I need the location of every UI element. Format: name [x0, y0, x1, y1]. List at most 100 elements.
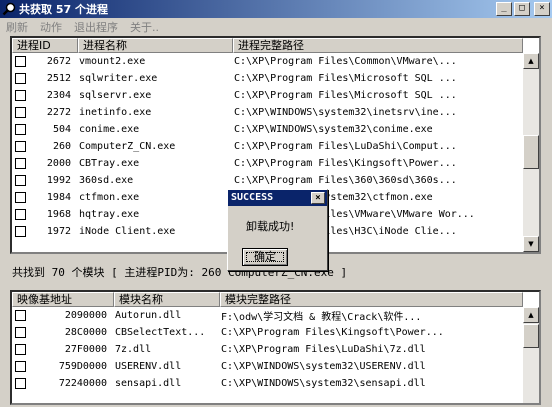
row-checkbox[interactable] — [15, 175, 26, 186]
cell-name: Autorun.dll — [115, 310, 182, 321]
cell-path: C:\XP\WINDOWS\system32\inetsrv\ine... — [234, 107, 457, 118]
minimize-button[interactable]: _ — [496, 2, 512, 16]
table-row[interactable]: 260 ComputerZ_CN.exe C:\XP\Program Files\L… — [12, 138, 520, 155]
cell-name: hqtray.exe — [79, 209, 140, 220]
magnifier-icon — [2, 2, 16, 16]
row-checkbox[interactable] — [15, 310, 26, 321]
table-row[interactable]: 1992 360sd.exe C:\XP\Program Files\360\360… — [12, 172, 520, 189]
row-checkbox[interactable] — [15, 124, 26, 135]
cell-pid: 2272 — [46, 107, 71, 118]
cell-pid: 2000 — [46, 158, 71, 169]
cell-path: C:\XP\WINDOWS\system32\conime.exe — [234, 124, 433, 135]
table-row[interactable]: 27F0000 7z.dll C:\XP\Program Files\LuDaShi… — [12, 341, 507, 358]
cell-pid: 2304 — [46, 90, 71, 101]
column-header-process-name[interactable]: 进程名称 — [78, 38, 233, 53]
cell-name: sqlwriter.exe — [79, 73, 158, 84]
row-checkbox[interactable] — [15, 361, 26, 372]
cell-path: F:\odw\学习文档 & 教程\Crack\软件... — [221, 312, 422, 323]
dialog-title-bar[interactable]: SUCCESS × — [228, 190, 327, 206]
dialog-message: 卸载成功! — [246, 220, 295, 233]
table-row[interactable]: 2672 vmount2.exe C:\XP\Program Files\Commo… — [12, 53, 520, 70]
cell-path: C:\XP\WINDOWS\system32\sensapi.dll — [221, 378, 426, 389]
column-header-base-address[interactable]: 映像基地址 — [12, 292, 114, 307]
module-rows: 2090000 Autorun.dll F:\odw\学习文档 & 教程\Crack… — [12, 307, 507, 392]
cell-name: sqlservr.exe — [79, 90, 152, 101]
cell-name: CBTray.exe — [79, 158, 140, 169]
row-checkbox[interactable] — [15, 158, 26, 169]
window-title: 共获取 57 个进程 — [19, 3, 108, 16]
cell-pid: 504 — [52, 124, 71, 135]
cell-name: CBSelectText... — [115, 327, 206, 338]
table-row[interactable]: 2304 sqlservr.exe C:\XP\Program Files\Micr… — [12, 87, 520, 104]
cell-base: 27F0000 — [64, 344, 107, 355]
table-row[interactable]: 2272 inetinfo.exe C:\XP\WINDOWS\system32\i… — [12, 104, 520, 121]
menu-exit[interactable]: 退出程序 — [68, 19, 124, 35]
module-list-header: 映像基地址 模块名称 模块完整路径 — [12, 292, 523, 307]
scroll-thumb[interactable] — [523, 135, 539, 169]
title-bar[interactable]: 共获取 57 个进程 _ □ × — [0, 0, 552, 18]
cell-path: C:\XP\Program Files\LuDaShi\7z.dll — [221, 344, 426, 355]
success-dialog: SUCCESS × 卸载成功! 确定 — [227, 189, 328, 271]
ok-button-label: 确定 — [254, 250, 276, 263]
row-checkbox[interactable] — [15, 378, 26, 389]
cell-path: C:\XP\Program Files\LuDaShi\Comput... — [234, 141, 457, 152]
process-list-header: 进程ID 进程名称 进程完整路径 — [12, 38, 523, 53]
row-checkbox[interactable] — [15, 192, 26, 203]
cell-path: C:\XP\Program Files\Microsoft SQL ... — [234, 90, 457, 101]
dialog-title: SUCCESS — [231, 192, 274, 203]
row-checkbox[interactable] — [15, 141, 26, 152]
scroll-up-arrow-icon[interactable]: ▲ — [523, 307, 539, 323]
cell-name: sensapi.dll — [115, 378, 182, 389]
close-button[interactable]: × — [534, 2, 550, 16]
module-list[interactable]: 映像基地址 模块名称 模块完整路径 2090000 Autorun.dll F:\o… — [10, 290, 541, 405]
column-header-process-path[interactable]: 进程完整路径 — [233, 38, 523, 53]
table-row[interactable]: 504 conime.exe C:\XP\WINDOWS\system32\coni… — [12, 121, 520, 138]
cell-name: inetinfo.exe — [79, 107, 152, 118]
cell-path: C:\XP\Program Files\360\360sd\360s... — [234, 175, 457, 186]
menu-refresh[interactable]: 刷新 — [0, 19, 34, 35]
module-list-scrollbar[interactable]: ▲ — [523, 307, 539, 403]
cell-path: C:\XP\Program Files\Kingsoft\Power... — [221, 327, 444, 338]
cell-base: 759D0000 — [58, 361, 107, 372]
scroll-thumb[interactable] — [523, 324, 539, 348]
row-checkbox[interactable] — [15, 90, 26, 101]
cell-pid: 1992 — [46, 175, 71, 186]
row-checkbox[interactable] — [15, 73, 26, 84]
cell-base: 2090000 — [64, 310, 107, 321]
table-row[interactable]: 2090000 Autorun.dll F:\odw\学习文档 & 教程\Crack… — [12, 307, 507, 324]
column-header-module-name[interactable]: 模块名称 — [114, 292, 220, 307]
maximize-button[interactable]: □ — [514, 2, 530, 16]
cell-path: C:\XP\Program Files\Microsoft SQL ... — [234, 73, 457, 84]
cell-pid: 2512 — [46, 73, 71, 84]
table-row[interactable]: 28C0000 CBSelectText... C:\XP\Program File… — [12, 324, 507, 341]
menu-action[interactable]: 动作 — [34, 19, 68, 35]
ok-button[interactable]: 确定 — [242, 248, 288, 266]
column-header-module-path[interactable]: 模块完整路径 — [220, 292, 523, 307]
cell-name: iNode Client.exe — [79, 226, 176, 237]
row-checkbox[interactable] — [15, 56, 26, 67]
cell-path: C:\XP\Program Files\Kingsoft\Power... — [234, 158, 457, 169]
cell-name: 7z.dll — [115, 344, 152, 355]
row-checkbox[interactable] — [15, 327, 26, 338]
scroll-up-arrow-icon[interactable]: ▲ — [523, 53, 539, 69]
table-row[interactable]: 759D0000 USERENV.dll C:\XP\WINDOWS\system3… — [12, 358, 507, 375]
column-header-pid[interactable]: 进程ID — [12, 38, 78, 53]
row-checkbox[interactable] — [15, 107, 26, 118]
scroll-down-arrow-icon[interactable]: ▼ — [523, 236, 539, 252]
cell-name: USERENV.dll — [115, 361, 182, 372]
menu-about[interactable]: 关于.. — [124, 19, 165, 35]
row-checkbox[interactable] — [15, 226, 26, 237]
table-row[interactable]: 72240000 sensapi.dll C:\XP\WINDOWS\system3… — [12, 375, 507, 392]
cell-base: 72240000 — [58, 378, 107, 389]
cell-base: 28C0000 — [64, 327, 107, 338]
cell-pid: 1968 — [46, 209, 71, 220]
cell-name: ctfmon.exe — [79, 192, 140, 203]
row-checkbox[interactable] — [15, 209, 26, 220]
row-checkbox[interactable] — [15, 344, 26, 355]
menu-bar: 刷新 动作 退出程序 关于.. — [0, 18, 552, 35]
dialog-close-button[interactable]: × — [311, 192, 325, 204]
cell-name: vmount2.exe — [79, 56, 146, 67]
table-row[interactable]: 2512 sqlwriter.exe C:\XP\Program Files\Mic… — [12, 70, 520, 87]
process-list-scrollbar[interactable]: ▲ ▼ — [523, 53, 539, 252]
table-row[interactable]: 2000 CBTray.exe C:\XP\Program Files\Kingso… — [12, 155, 520, 172]
